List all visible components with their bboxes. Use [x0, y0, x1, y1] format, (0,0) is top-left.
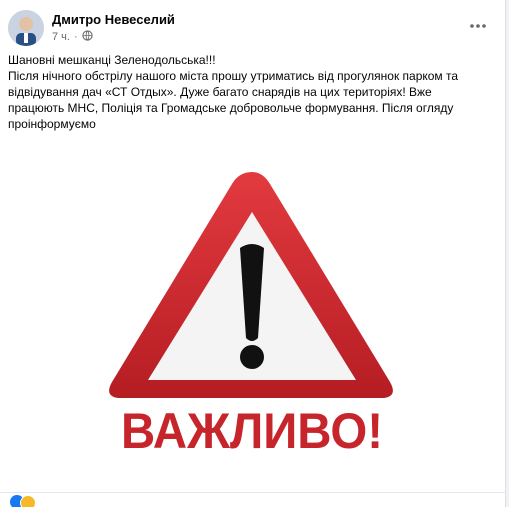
post-card: Дмитро Невеселий 7 ч. · Шановні мешканці… [0, 0, 506, 507]
post-text: Шановні мешканці Зеленодольська!!! Після… [8, 52, 478, 132]
author-name[interactable]: Дмитро Невеселий [52, 12, 175, 27]
reactions-bar [0, 492, 505, 507]
haha-reaction-icon[interactable] [20, 495, 36, 507]
image-caption: ВАЖЛИВО! [121, 403, 383, 459]
more-horizontal-icon[interactable] [466, 14, 490, 38]
post-header: Дмитро Невеселий 7 ч. · [8, 10, 498, 46]
post-text-line: Після нічного обстрілу нашого міста прош… [8, 69, 459, 131]
separator-dot: · [73, 31, 78, 43]
post-meta: 7 ч. · [52, 30, 93, 44]
globe-icon[interactable] [82, 30, 93, 44]
author-avatar[interactable] [8, 10, 44, 46]
post-text-line: Шановні мешканці Зеленодольська!!! [8, 53, 216, 67]
post-image[interactable]: ВАЖЛИВО! [0, 150, 505, 490]
warning-triangle-icon [109, 172, 393, 398]
post-time[interactable]: 7 ч. [52, 31, 70, 43]
